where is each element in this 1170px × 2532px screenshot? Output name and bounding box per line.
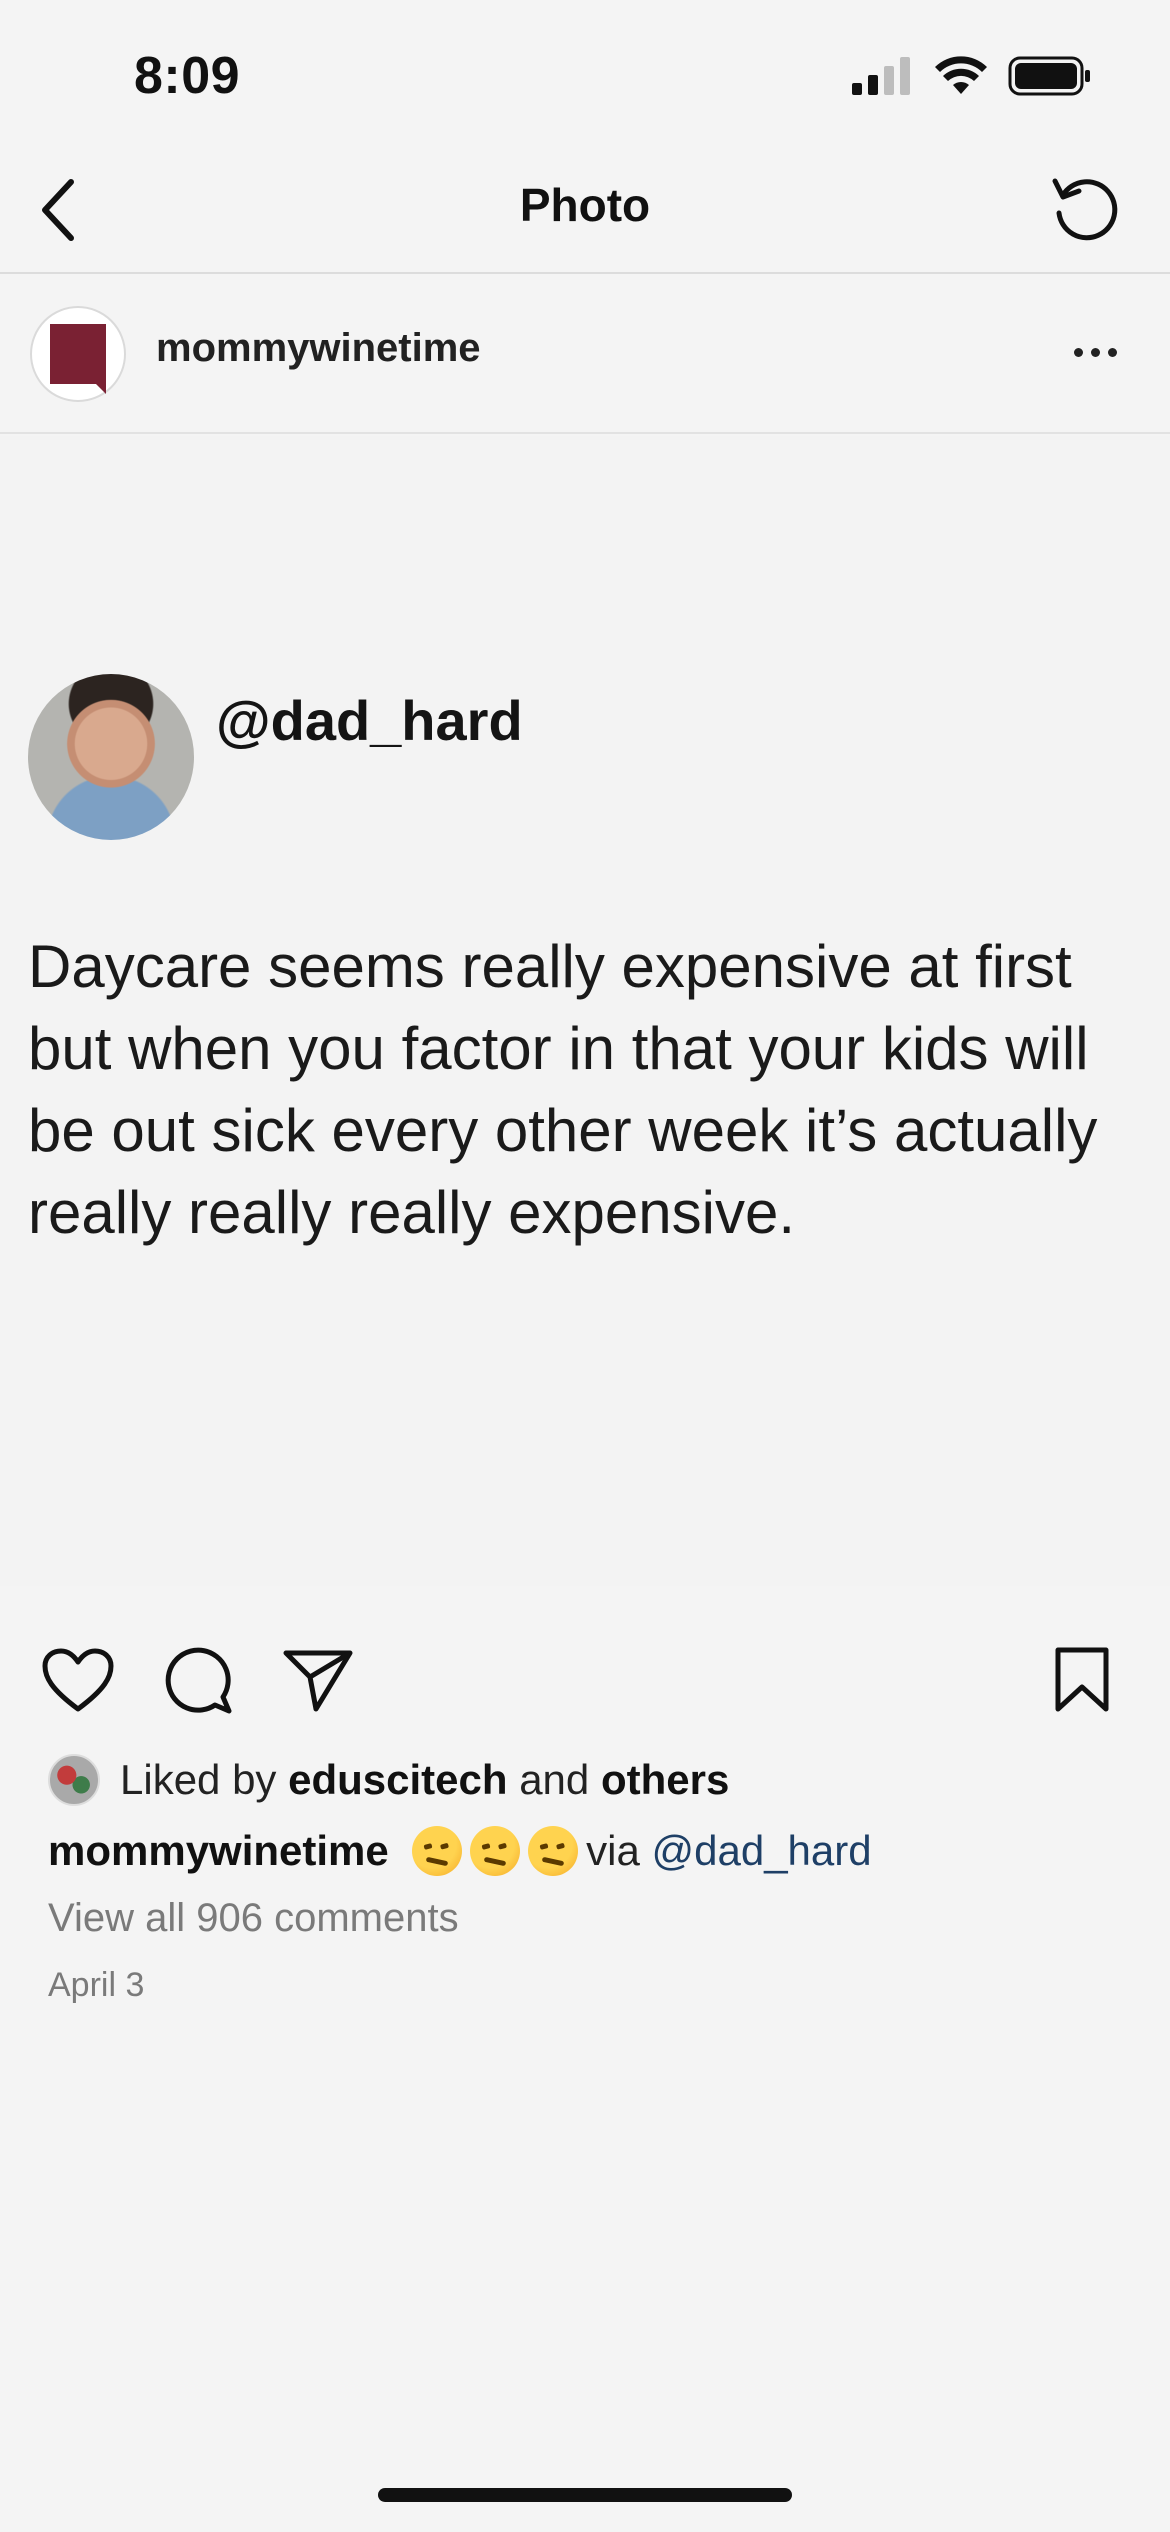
post-date: April 3 bbox=[48, 1966, 145, 2004]
caption: mommywinetime via @dad_hard bbox=[48, 1826, 872, 1876]
comment-button[interactable] bbox=[156, 1638, 240, 1722]
caption-mention[interactable]: @dad_hard bbox=[651, 1827, 871, 1875]
liked-by-label: Liked by bbox=[120, 1756, 277, 1803]
nav-bar: Photo bbox=[0, 150, 1170, 274]
tweet-author-avatar bbox=[28, 674, 194, 840]
wifi-icon bbox=[935, 56, 987, 94]
more-options-button[interactable] bbox=[1060, 322, 1130, 382]
woozy-face-emoji bbox=[470, 1826, 521, 1876]
post-image[interactable]: @dad_hard Daycare seems really expensive… bbox=[0, 436, 1170, 1586]
refresh-icon bbox=[1052, 178, 1118, 241]
tweet-text: Daycare seems really expensive at first … bbox=[28, 933, 1098, 1246]
battery-icon bbox=[1008, 56, 1090, 96]
mommy-wine-time-logo bbox=[50, 324, 106, 394]
status-time: 8:09 bbox=[134, 47, 241, 105]
liker-avatar bbox=[48, 1754, 100, 1806]
home-indicator[interactable] bbox=[378, 2488, 792, 2502]
like-button[interactable] bbox=[36, 1638, 120, 1722]
woozy-face-emoji bbox=[528, 1826, 579, 1876]
cellular-signal-icon bbox=[852, 57, 910, 95]
account-avatar[interactable] bbox=[30, 306, 126, 402]
save-button[interactable] bbox=[1040, 1638, 1124, 1722]
post-header: mommywinetime bbox=[0, 276, 1170, 434]
via-label: via bbox=[586, 1827, 640, 1874]
heart-icon bbox=[42, 1648, 114, 1712]
instagram-photo-screen: 8:09 Photo mommywinetime @dad_hard Dayca… bbox=[0, 0, 1170, 2532]
liker-username[interactable]: eduscitech bbox=[288, 1756, 507, 1804]
caption-username[interactable]: mommywinetime bbox=[48, 1827, 389, 1875]
status-icons bbox=[852, 56, 1092, 96]
refresh-button[interactable] bbox=[1040, 164, 1130, 254]
tweet-handle: @dad_hard bbox=[216, 689, 523, 752]
view-comments-link[interactable]: View all 906 comments bbox=[48, 1896, 459, 1941]
others-link[interactable]: others bbox=[601, 1756, 729, 1804]
likes-summary[interactable]: Liked by eduscitech and others bbox=[48, 1752, 729, 1808]
page-title: Photo bbox=[519, 179, 651, 231]
comment-icon bbox=[165, 1647, 232, 1714]
more-horizontal-icon bbox=[1073, 347, 1083, 357]
and-label: and bbox=[519, 1756, 590, 1803]
share-button[interactable] bbox=[276, 1638, 360, 1722]
post-actions bbox=[0, 1630, 1170, 1730]
send-icon bbox=[283, 1650, 353, 1712]
bookmark-icon bbox=[1055, 1647, 1109, 1712]
post-username[interactable]: mommywinetime bbox=[156, 326, 481, 371]
woozy-face-emoji bbox=[412, 1826, 463, 1876]
